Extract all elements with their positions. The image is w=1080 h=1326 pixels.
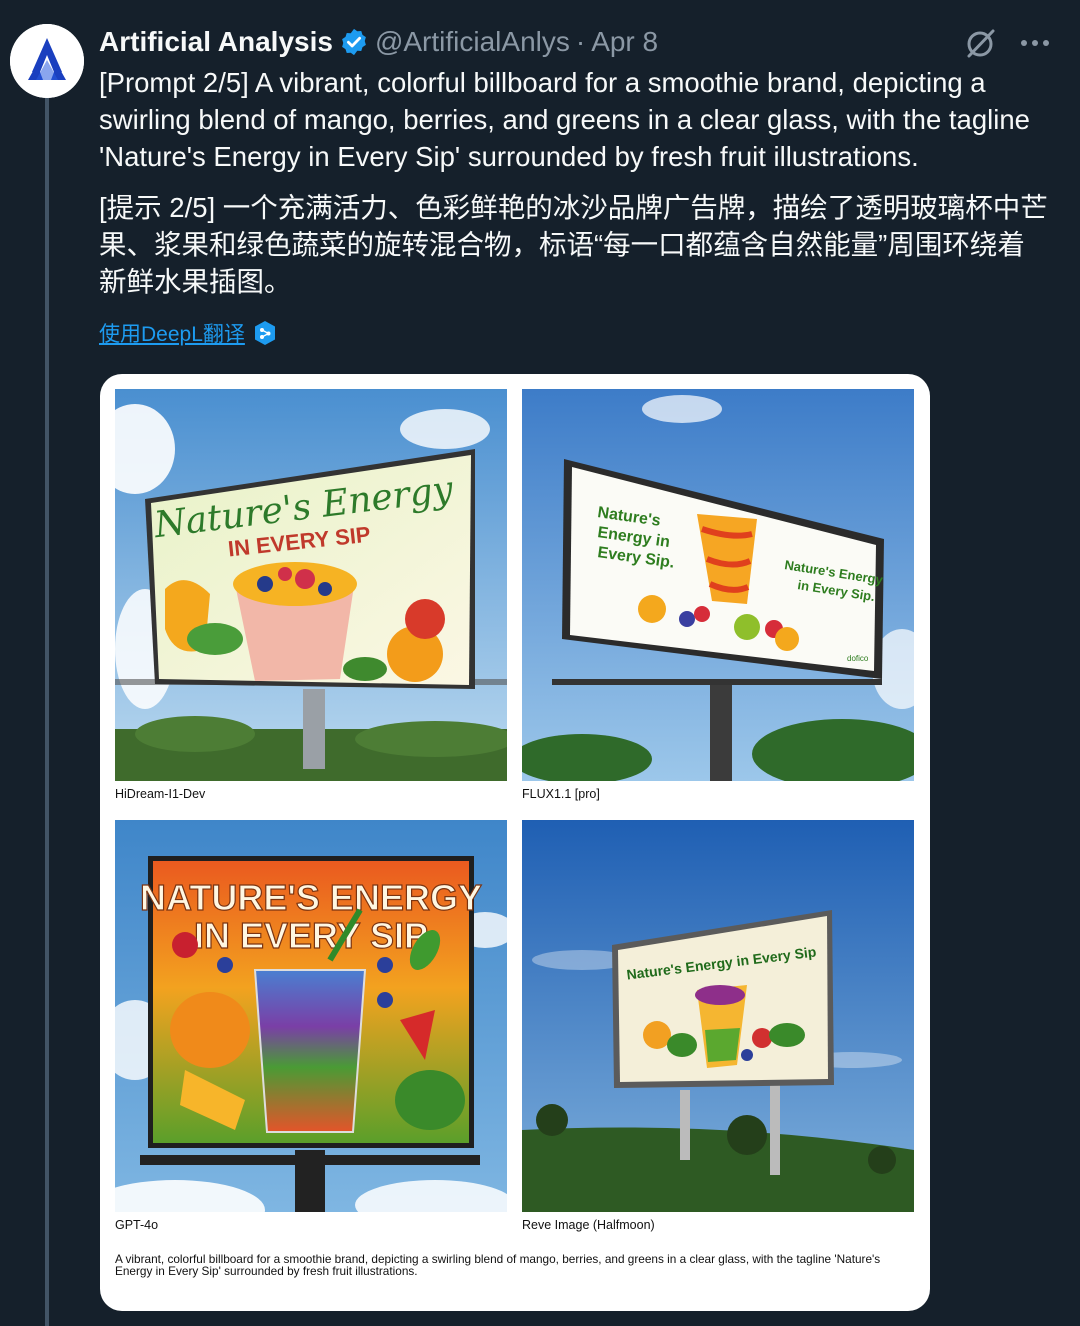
tweet-text: [Prompt 2/5] A vibrant, colorful billboa…: [99, 64, 1049, 300]
image-reve[interactable]: Nature's Energy in Every Sip: [522, 820, 914, 1212]
translate-link[interactable]: 使用DeepL翻译: [99, 318, 277, 348]
header-actions: [964, 26, 1050, 60]
deepl-icon: [254, 321, 275, 345]
panel3-subtagline: IN EVERY SIP: [194, 915, 428, 956]
tweet-text-english: [Prompt 2/5] A vibrant, colorful billboa…: [99, 67, 1030, 172]
caption-reve: Reve Image (Halfmoon): [522, 1218, 655, 1232]
author-display-name[interactable]: Artificial Analysis: [99, 26, 333, 58]
caption-hidream: HiDream-I1-Dev: [115, 787, 206, 801]
panel3-tagline: NATURE'S ENERGY: [140, 877, 482, 918]
artificial-analysis-logo: [10, 24, 84, 98]
image-flux[interactable]: Nature's Energy in Every Sip. Nature's E…: [522, 389, 914, 781]
separator-dot: ·: [575, 26, 586, 57]
avatar[interactable]: [10, 24, 84, 98]
more-options-icon[interactable]: [1020, 38, 1050, 48]
thread-line: [45, 98, 49, 1326]
caption-flux: FLUX1.1 [pro]: [522, 787, 600, 801]
media-footnote: A vibrant, colorful billboard for a smoo…: [115, 1252, 881, 1278]
grok-icon[interactable]: [964, 26, 998, 60]
author-handle[interactable]: @ArtificialAnlys: [375, 26, 570, 58]
panel2-brand: dofico: [847, 654, 869, 663]
tweet-text-chinese: [提示 2/5] 一个充满活力、色彩鲜艳的冰沙品牌广告牌，描绘了透明玻璃杯中芒果…: [99, 192, 1048, 297]
image-hidream[interactable]: Nature's Energy IN EVERY SIP: [115, 389, 507, 781]
caption-gpt4o: GPT-4o: [115, 1218, 159, 1232]
timestamp[interactable]: Apr 8: [591, 26, 658, 58]
media-card[interactable]: Nature's Energy IN EVERY SIP HiDream-I1-…: [100, 374, 930, 1311]
tweet-header: Artificial Analysis @ArtificialAnlys · A…: [99, 24, 658, 60]
verified-badge-icon: [342, 28, 366, 56]
translate-label[interactable]: 使用DeepL翻译: [99, 318, 245, 348]
image-gpt4o[interactable]: NATURE'S ENERGY IN EVERY SIP: [115, 820, 507, 1212]
